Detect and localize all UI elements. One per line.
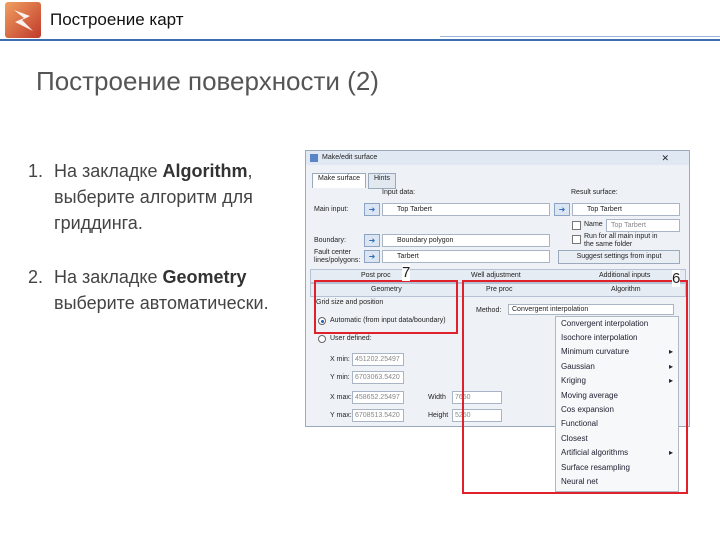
step-number: 1.: [28, 161, 44, 181]
suggest-settings-button[interactable]: Suggest settings from input: [558, 250, 680, 264]
callout-number-algorithm: 6: [672, 270, 681, 287]
tab-post-proc[interactable]: Post proc: [361, 272, 391, 279]
user-defined-radio[interactable]: [318, 335, 326, 343]
user-defined-radio-label: User defined:: [330, 335, 372, 342]
run-all-label: Run for all main input in the same folde…: [584, 233, 658, 248]
step-number: 2.: [28, 267, 44, 287]
step-text-pre: На закладке: [54, 161, 163, 181]
step-text-post: выберите автоматически.: [54, 293, 269, 313]
xmax-value: 458652.25497: [355, 394, 400, 401]
xmax-label: X max:: [330, 394, 352, 401]
width-label: Width: [428, 394, 446, 401]
xmin-label: X min:: [330, 356, 350, 363]
tab-additional-inputs[interactable]: Additional inputs: [599, 272, 650, 279]
tab-well-adjustment[interactable]: Well adjustment: [471, 272, 521, 279]
tab-hints[interactable]: Hints: [368, 173, 396, 189]
step-2: 2. На закладке Geometry выберите автомат…: [28, 264, 298, 316]
slide-title: Построение поверхности (2): [36, 66, 379, 96]
boundary-value: Boundary polygon: [397, 237, 454, 244]
step-text: На закладке Geometry выберите автоматиче…: [54, 264, 298, 316]
input-data-label: Input data:: [382, 189, 416, 196]
close-icon[interactable]: ✕: [661, 153, 669, 164]
header-divider-accent: [440, 36, 720, 37]
name-field[interactable]: Top Tarbert: [606, 219, 680, 232]
step-text: На закладке Algorithm, выберите алгоритм…: [54, 158, 298, 236]
header-divider: [0, 39, 720, 41]
xmin-field[interactable]: 451202.25497: [352, 353, 404, 366]
name-checkbox[interactable]: [572, 221, 581, 230]
boundary-arrow-button[interactable]: ➜: [364, 234, 380, 247]
fault-value: Tarbert: [397, 253, 419, 260]
main-input-arrow-button[interactable]: ➜: [364, 203, 380, 216]
boundary-field[interactable]: Boundary polygon: [382, 234, 550, 247]
surface-icon: [310, 154, 318, 162]
ymax-value: 6708513.5420: [355, 412, 400, 419]
result-surface-field[interactable]: Top Tarbert: [572, 203, 680, 216]
callout-number-geometry: 7: [402, 264, 411, 281]
geometry-highlight-box: [314, 280, 458, 334]
header-title: Построение карт: [50, 10, 184, 29]
step-text-bold: Geometry: [162, 267, 247, 287]
main-input-label: Main input:: [314, 206, 349, 213]
boundary-label: Boundary:: [314, 237, 346, 244]
ymax-field[interactable]: 6708513.5420: [352, 409, 404, 422]
step-text-bold: Algorithm: [162, 161, 248, 181]
main-input-value: Top Tarbert: [397, 206, 432, 213]
name-value: Top Tarbert: [611, 222, 646, 229]
result-arrow-button[interactable]: ➜: [554, 203, 570, 216]
tab-make-surface[interactable]: Make surface: [312, 173, 367, 188]
main-input-field[interactable]: Top Tarbert: [382, 203, 550, 216]
xmax-field[interactable]: 458652.25497: [352, 391, 404, 404]
step-1: 1. На закладке Algorithm, выберите алгор…: [28, 158, 298, 236]
lightning-logo-icon: [5, 2, 41, 38]
result-surface-label: Result surface:: [571, 189, 618, 196]
fault-label: Fault center lines/polygons:: [314, 249, 361, 264]
result-surface-value: Top Tarbert: [587, 206, 622, 213]
ymin-field[interactable]: 6703063.5420: [352, 371, 404, 384]
ymin-value: 6703063.5420: [355, 374, 400, 381]
name-label: Name: [584, 221, 603, 228]
algorithm-highlight-box: [462, 280, 688, 494]
step-text-pre: На закладке: [54, 267, 163, 287]
ymin-label: Y min:: [330, 374, 350, 381]
dialog-titlebar: Make/edit surface ✕: [306, 151, 689, 165]
height-label: Height: [428, 412, 449, 419]
dialog-title: Make/edit surface: [322, 154, 378, 161]
fault-field[interactable]: Tarbert: [382, 250, 550, 263]
xmin-value: 451202.25497: [355, 356, 400, 363]
ymax-label: Y max:: [330, 412, 352, 419]
fault-arrow-button[interactable]: ➜: [364, 250, 380, 263]
run-all-checkbox[interactable]: [572, 235, 581, 244]
